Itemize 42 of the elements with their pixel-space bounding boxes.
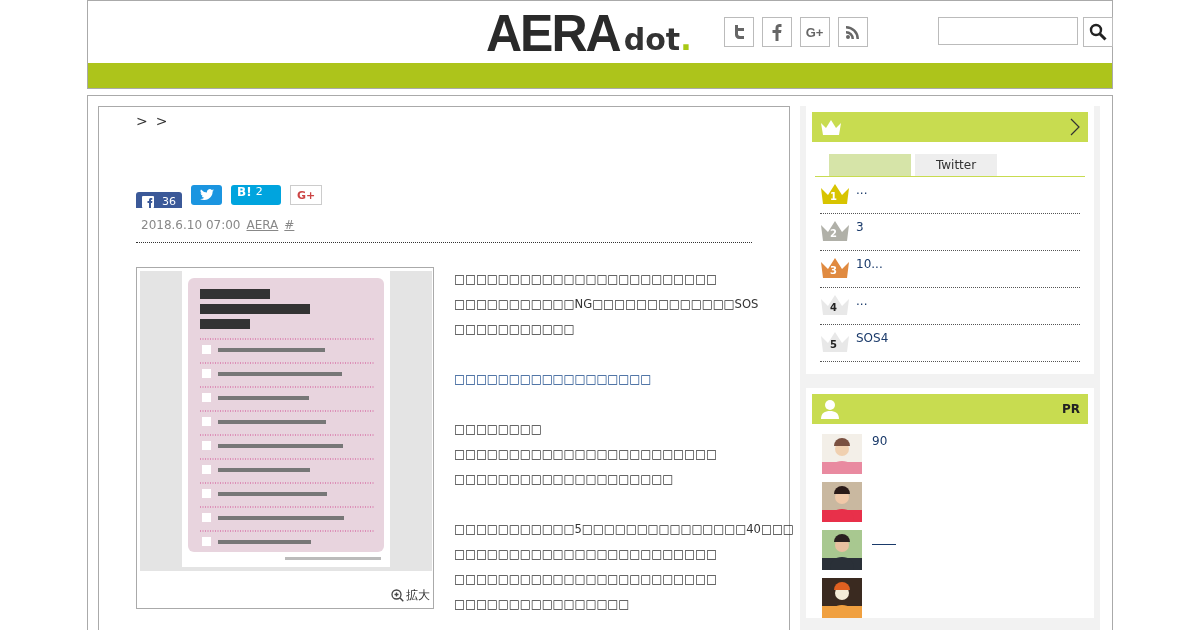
search-field[interactable] xyxy=(937,17,1078,45)
ranking-link[interactable]: 3 xyxy=(856,220,864,234)
site-logo[interactable]: AERAdot. xyxy=(486,7,692,57)
tag-link[interactable]: # xyxy=(284,218,295,232)
pr-link[interactable]: 90 xyxy=(872,434,888,448)
facebook-icon xyxy=(142,196,154,208)
crown-icon xyxy=(820,119,842,135)
f-letter-icon xyxy=(771,23,782,41)
ranking-tab[interactable]: Twitter xyxy=(915,154,997,176)
twitter-button[interactable] xyxy=(723,17,754,47)
ranking-link[interactable]: ... xyxy=(856,183,868,197)
rank-crown-icon: 3 xyxy=(820,257,850,279)
tweet-button[interactable] xyxy=(191,185,222,205)
zoom-in-icon xyxy=(391,589,404,602)
rank-crown-icon: 2 xyxy=(820,220,850,242)
search-button[interactable] xyxy=(1082,17,1113,47)
article-paragraph: □□□□□□□□ □□□□□□□□□□□□□□□□□□□□□□□□ □□□□□□□□□□□□□□□□□□□□ xyxy=(454,421,717,488)
publish-date: 2018.6.10 07:00 xyxy=(141,218,241,232)
article-link[interactable]: □□□□□□□□□□□□□□□□□□ xyxy=(454,367,652,392)
ranking-link[interactable]: 10... xyxy=(856,257,883,271)
rss-button[interactable] xyxy=(837,17,868,47)
article-paragraph: □□□□□□□□□□□5□□□□□□□□□□□□□□□40□□□ □□□□□□□□□□□□□□□□□□□□□□□□ □□□□□□□□□□□□□□□□□□□□□□□□ □□□□□□□□□□□□□□□□ xyxy=(454,521,794,613)
breadcrumb-separator: > xyxy=(136,113,148,131)
rss-icon xyxy=(844,24,861,40)
google-plus-share-button[interactable]: G+ xyxy=(290,185,322,205)
pr-label: PR xyxy=(1061,402,1080,416)
breadcrumb-separator: > xyxy=(155,113,168,131)
facebook-button[interactable] xyxy=(761,17,792,47)
source-link[interactable]: AERA xyxy=(246,218,279,232)
facebook-share-button[interactable]: 36 xyxy=(136,192,182,208)
chevron-right-icon[interactable] xyxy=(1070,118,1080,136)
enlarge-button[interactable]: 拡大 xyxy=(391,587,430,604)
bird-icon xyxy=(199,189,214,201)
rank-crown-icon: 5 xyxy=(820,331,850,353)
google-plus-button[interactable]: G+ xyxy=(799,17,830,47)
rank-crown-icon: 4 xyxy=(820,294,850,316)
ranking-link[interactable]: SOS4 xyxy=(856,331,889,345)
person-icon xyxy=(820,399,840,419)
ranking-link[interactable]: ... xyxy=(856,294,868,308)
article-paragraph: □□□□□□□□□□□□□□□□□□□□□□□□ □□□□□□□□□□□NG□□□□□□□□□□□□□SOS □□□□□□□□□□□ xyxy=(454,271,759,338)
rank-crown-icon: 1 xyxy=(820,183,850,205)
search-icon xyxy=(1088,23,1107,41)
